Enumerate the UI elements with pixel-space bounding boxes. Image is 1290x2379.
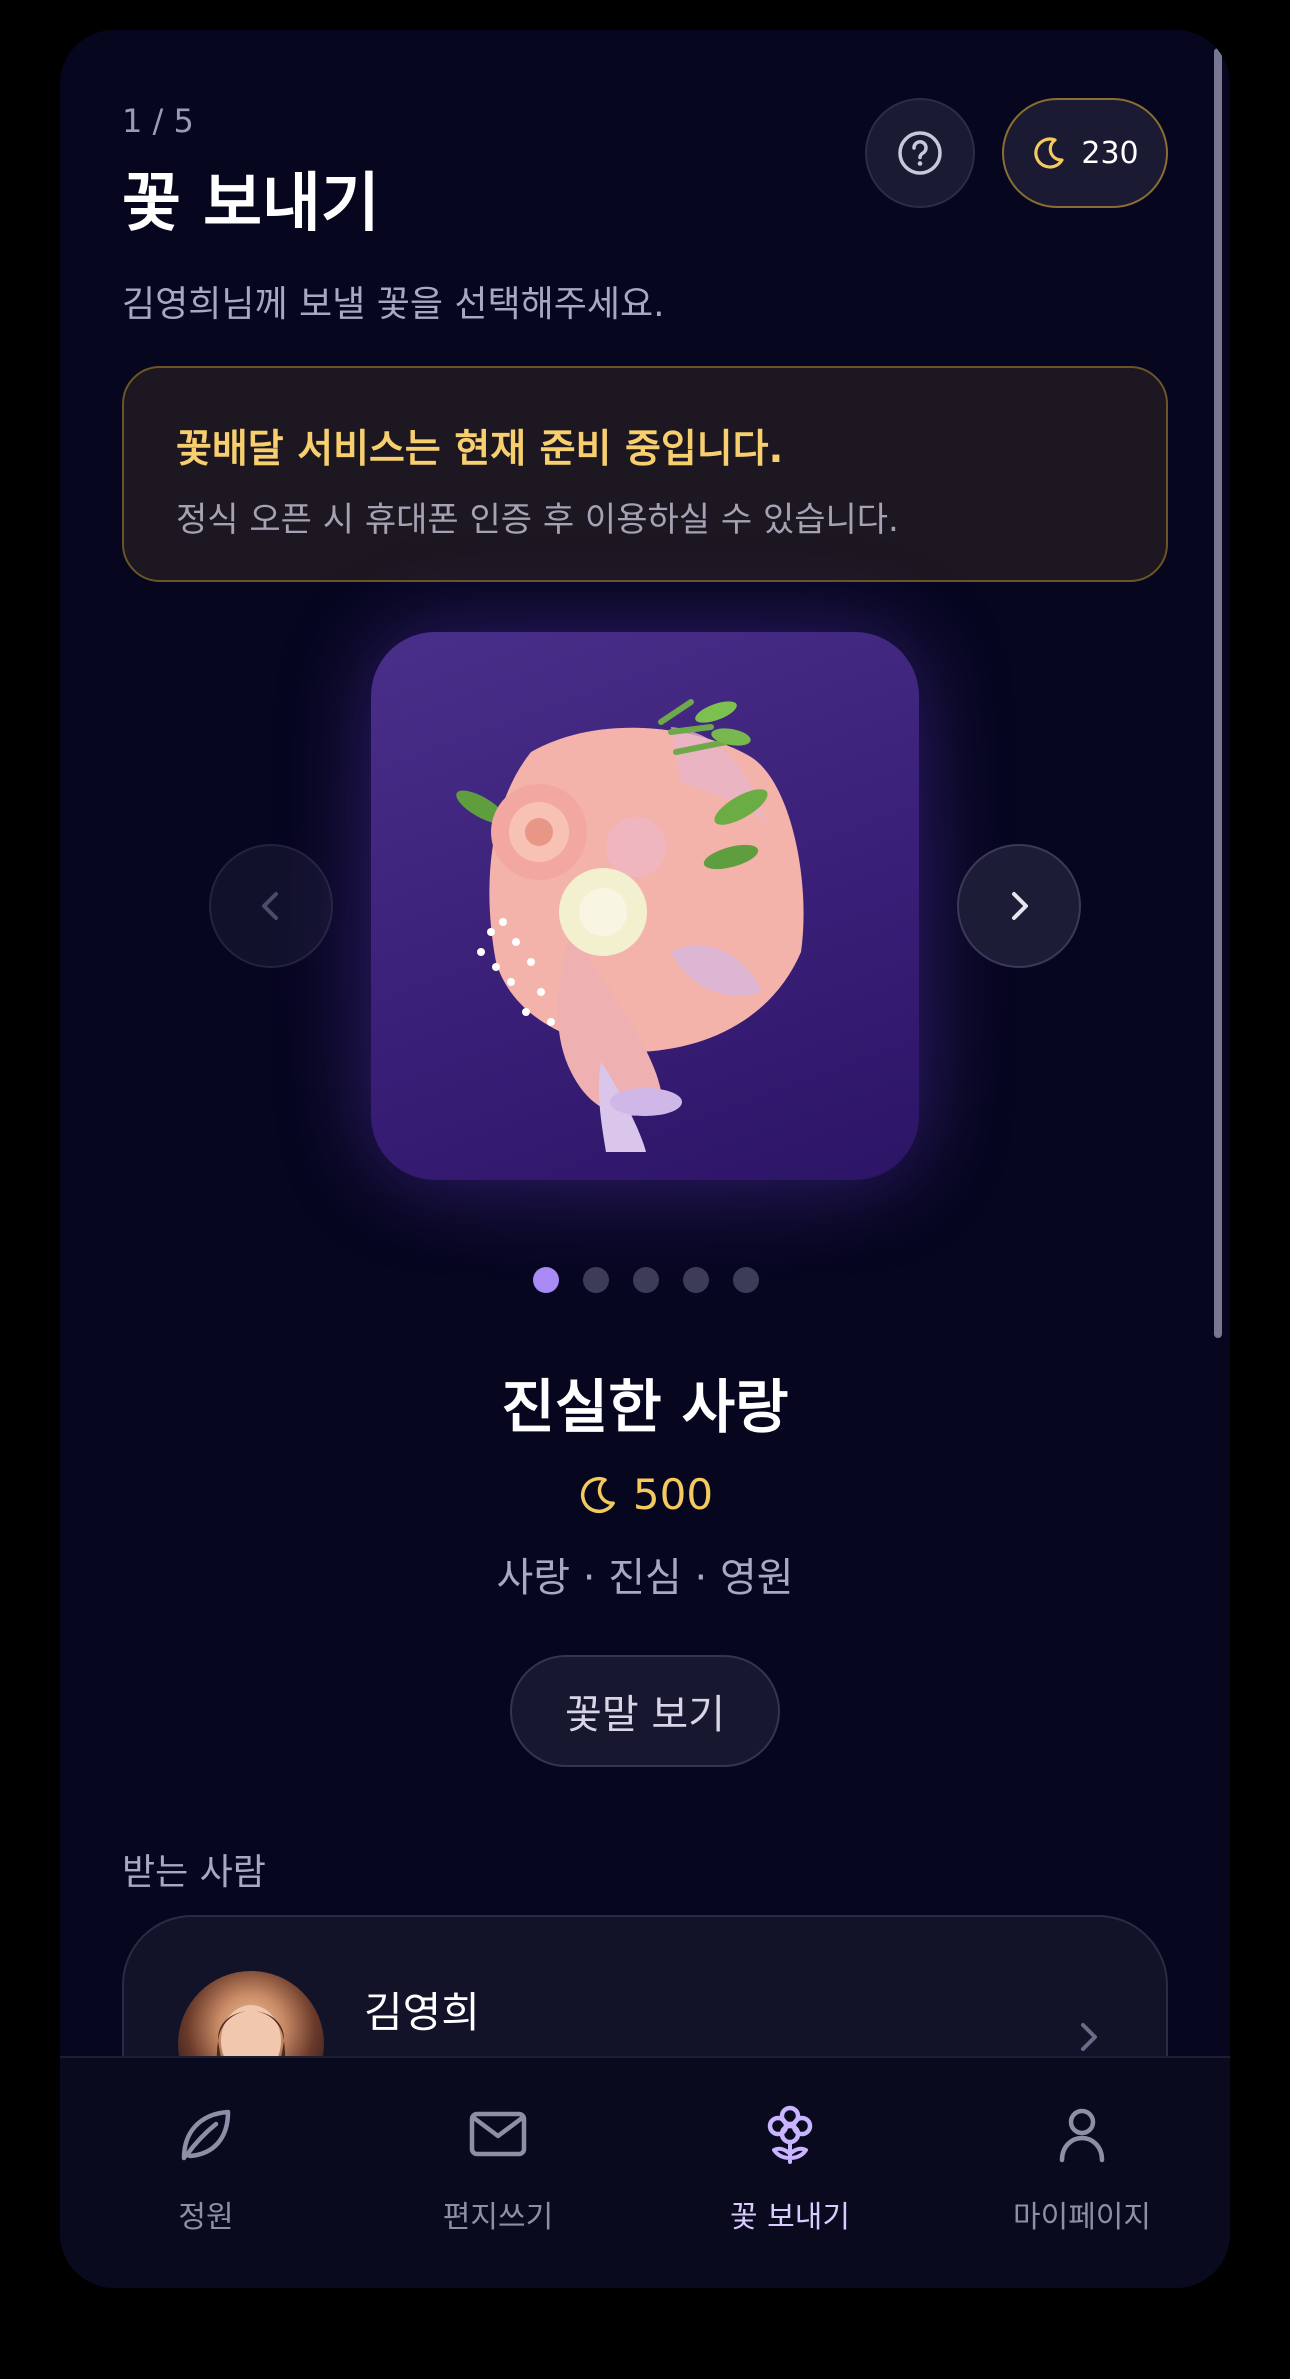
recipient-name: 김영희 xyxy=(364,1988,480,2037)
carousel-dot-1[interactable] xyxy=(533,1267,559,1293)
flower-image-card[interactable] xyxy=(371,632,919,1180)
step-indicator: 1 / 5 xyxy=(122,102,194,140)
carousel-dot-5[interactable] xyxy=(733,1267,759,1293)
moon-icon xyxy=(580,1476,615,1513)
flower-price: 500 xyxy=(60,1470,1230,1519)
nav-item-garden[interactable]: 정원 xyxy=(60,2058,352,2238)
nav-item-write-letter[interactable]: 편지쓰기 xyxy=(352,2058,644,2238)
notice-text: 정식 오픈 시 휴대폰 인증 후 이용하실 수 있습니다. xyxy=(176,500,899,540)
moon-balance-button[interactable]: 230 xyxy=(1002,98,1168,208)
next-flower-button[interactable] xyxy=(957,844,1081,968)
nav-item-my-page[interactable]: 마이페이지 xyxy=(936,2058,1228,2238)
bottom-navigation: 정원 편지쓰기 꽃 보내기 마이페이지 xyxy=(60,2056,1230,2288)
nav-label-send-flower: 꽃 보내기 xyxy=(730,2200,850,2235)
nav-label-garden: 정원 xyxy=(178,2200,234,2235)
flower-name: 진실한 사랑 xyxy=(501,1373,789,1441)
nav-item-send-flower[interactable]: 꽃 보내기 xyxy=(644,2058,936,2238)
help-button[interactable] xyxy=(865,98,975,208)
chevron-left-icon xyxy=(262,892,278,920)
scrollbar[interactable] xyxy=(1214,48,1222,1338)
app-screen: 1 / 5 꽃 보내기 230 김영희님께 보낼 꽃을 선택해주세요. 꽃배달 … xyxy=(60,30,1230,2288)
moon-balance-value: 230 xyxy=(1081,135,1139,171)
notice-title: 꽃배달 서비스는 현재 준비 중입니다. xyxy=(176,427,784,472)
chevron-right-icon xyxy=(1012,892,1028,920)
carousel-dots xyxy=(533,1267,759,1293)
flower-icon xyxy=(767,2105,813,2164)
flower-meaning-tags: 사랑 · 진심 · 영원 xyxy=(496,1555,794,1601)
carousel-dot-3[interactable] xyxy=(633,1267,659,1293)
carousel-dot-2[interactable] xyxy=(583,1267,609,1293)
chevron-right-icon xyxy=(1081,2023,1097,2051)
user-icon xyxy=(1059,2108,1105,2163)
leaf-icon xyxy=(181,2109,231,2161)
moon-icon xyxy=(1034,137,1064,169)
flower-price-value: 500 xyxy=(632,1470,714,1519)
recipient-label: 받는 사람 xyxy=(122,1852,266,1893)
page-subtitle: 김영희님께 보낼 꽃을 선택해주세요. xyxy=(122,284,665,325)
nav-label-write-letter: 편지쓰기 xyxy=(442,2200,554,2235)
previous-flower-button[interactable] xyxy=(209,844,333,968)
nav-label-my-page: 마이페이지 xyxy=(1013,2200,1151,2235)
view-meaning-button[interactable]: 꽃말 보기 xyxy=(510,1655,780,1767)
mail-icon xyxy=(469,2111,527,2157)
service-notice: 꽃배달 서비스는 현재 준비 중입니다. 정식 오픈 시 휴대폰 인증 후 이용… xyxy=(122,366,1168,582)
question-icon xyxy=(898,131,942,175)
page-title: 꽃 보내기 xyxy=(122,167,380,241)
carousel-dot-4[interactable] xyxy=(683,1267,709,1293)
bouquet-image xyxy=(456,699,804,1152)
